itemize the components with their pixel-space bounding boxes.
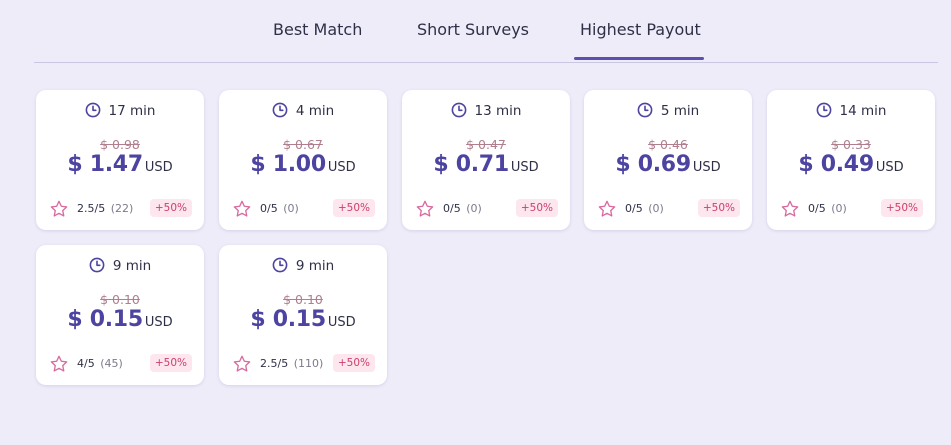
- survey-card[interactable]: 17 min $ 0.98 $ 1.47 USD 2.5/5 (22) +50%: [36, 90, 204, 230]
- rating-count: (0): [648, 202, 664, 215]
- payout-amount: $ 0.15: [250, 307, 326, 332]
- payout-amount: $ 1.00: [250, 152, 326, 177]
- clock-icon: [85, 102, 101, 122]
- survey-duration: 5 min: [584, 102, 752, 122]
- tab-short-surveys[interactable]: Short Surveys: [417, 20, 529, 39]
- payout-amount: $ 0.71: [433, 152, 509, 177]
- clock-icon: [272, 102, 288, 122]
- payout-currency: USD: [510, 160, 539, 175]
- clock-icon: [816, 102, 832, 122]
- rating-value: 0/5: [260, 202, 278, 215]
- rating: 0/5 (0): [443, 202, 482, 215]
- rating: 0/5 (0): [808, 202, 847, 215]
- survey-duration: 9 min: [219, 257, 387, 277]
- survey-duration: 13 min: [402, 102, 570, 122]
- payout-currency: USD: [327, 160, 356, 175]
- payout: $ 1.00 USD: [219, 152, 387, 177]
- bonus-badge: +50%: [697, 199, 740, 217]
- rating: 2.5/5 (110): [260, 357, 323, 370]
- rating-value: 0/5: [625, 202, 643, 215]
- rating-count: (0): [831, 202, 847, 215]
- survey-tabs: Best Match Short Surveys Highest Payout: [34, 0, 938, 63]
- duration-text: 4 min: [295, 103, 335, 119]
- original-price: $ 0.10: [283, 292, 323, 307]
- payout-amount: $ 0.69: [615, 152, 691, 177]
- original-price: $ 0.10: [100, 292, 140, 307]
- survey-card[interactable]: 5 min $ 0.46 $ 0.69 USD 0/5 (0) +50%: [584, 90, 752, 230]
- rating-value: 2.5/5: [260, 357, 289, 370]
- duration-text: 9 min: [112, 258, 152, 274]
- payout: $ 0.15 USD: [219, 307, 387, 332]
- star-icon: [415, 199, 435, 223]
- clock-icon: [637, 102, 653, 122]
- duration-text: 14 min: [839, 103, 887, 119]
- original-price: $ 0.47: [466, 137, 506, 152]
- rating: 2.5/5 (22): [77, 202, 133, 215]
- original-price: $ 0.33: [831, 137, 871, 152]
- survey-duration: 4 min: [219, 102, 387, 122]
- rating-value: 0/5: [808, 202, 826, 215]
- star-icon: [597, 199, 617, 223]
- original-price: $ 0.46: [648, 137, 688, 152]
- payout-amount: $ 1.47: [67, 152, 143, 177]
- duration-text: 5 min: [660, 103, 700, 119]
- rating-value: 0/5: [443, 202, 461, 215]
- star-icon: [780, 199, 800, 223]
- rating: 4/5 (45): [77, 357, 123, 370]
- bonus-badge: +50%: [149, 354, 192, 372]
- rating: 0/5 (0): [625, 202, 664, 215]
- payout: $ 0.49 USD: [767, 152, 935, 177]
- bonus-badge: +50%: [880, 199, 923, 217]
- rating-count: (0): [283, 202, 299, 215]
- payout: $ 0.15 USD: [36, 307, 204, 332]
- payout-currency: USD: [875, 160, 904, 175]
- survey-card[interactable]: 9 min $ 0.10 $ 0.15 USD 2.5/5 (110) +50%: [219, 245, 387, 385]
- clock-icon: [451, 102, 467, 122]
- original-price: $ 0.67: [283, 137, 323, 152]
- star-icon: [232, 199, 252, 223]
- star-icon: [49, 199, 69, 223]
- clock-icon: [89, 257, 105, 277]
- clock-icon: [272, 257, 288, 277]
- rating-count: (22): [110, 202, 134, 215]
- rating-value: 4/5: [77, 357, 95, 370]
- payout: $ 0.69 USD: [584, 152, 752, 177]
- payout: $ 0.71 USD: [402, 152, 570, 177]
- payout-amount: $ 0.15: [67, 307, 143, 332]
- duration-text: 9 min: [295, 258, 335, 274]
- survey-card[interactable]: 4 min $ 0.67 $ 1.00 USD 0/5 (0) +50%: [219, 90, 387, 230]
- survey-card[interactable]: 13 min $ 0.47 $ 0.71 USD 0/5 (0) +50%: [402, 90, 570, 230]
- tab-best-match[interactable]: Best Match: [273, 20, 362, 39]
- rating-value: 2.5/5: [77, 202, 106, 215]
- active-tab-indicator: [574, 57, 704, 60]
- tab-highest-payout[interactable]: Highest Payout: [580, 20, 701, 39]
- payout-currency: USD: [144, 315, 173, 330]
- duration-text: 13 min: [474, 103, 522, 119]
- survey-card[interactable]: 14 min $ 0.33 $ 0.49 USD 0/5 (0) +50%: [767, 90, 935, 230]
- payout-amount: $ 0.49: [798, 152, 874, 177]
- rating: 0/5 (0): [260, 202, 299, 215]
- star-icon: [49, 354, 69, 378]
- rating-count: (110): [293, 357, 324, 370]
- payout-currency: USD: [692, 160, 721, 175]
- rating-count: (0): [466, 202, 482, 215]
- payout: $ 1.47 USD: [36, 152, 204, 177]
- rating-count: (45): [100, 357, 123, 370]
- survey-duration: 9 min: [36, 257, 204, 277]
- bonus-badge: +50%: [149, 199, 192, 217]
- bonus-badge: +50%: [332, 354, 375, 372]
- survey-duration: 17 min: [36, 102, 204, 122]
- star-icon: [232, 354, 252, 378]
- bonus-badge: +50%: [332, 199, 375, 217]
- payout-currency: USD: [327, 315, 356, 330]
- survey-card[interactable]: 9 min $ 0.10 $ 0.15 USD 4/5 (45) +50%: [36, 245, 204, 385]
- bonus-badge: +50%: [515, 199, 558, 217]
- survey-duration: 14 min: [767, 102, 935, 122]
- duration-text: 17 min: [108, 103, 156, 119]
- original-price: $ 0.98: [100, 137, 140, 152]
- payout-currency: USD: [144, 160, 173, 175]
